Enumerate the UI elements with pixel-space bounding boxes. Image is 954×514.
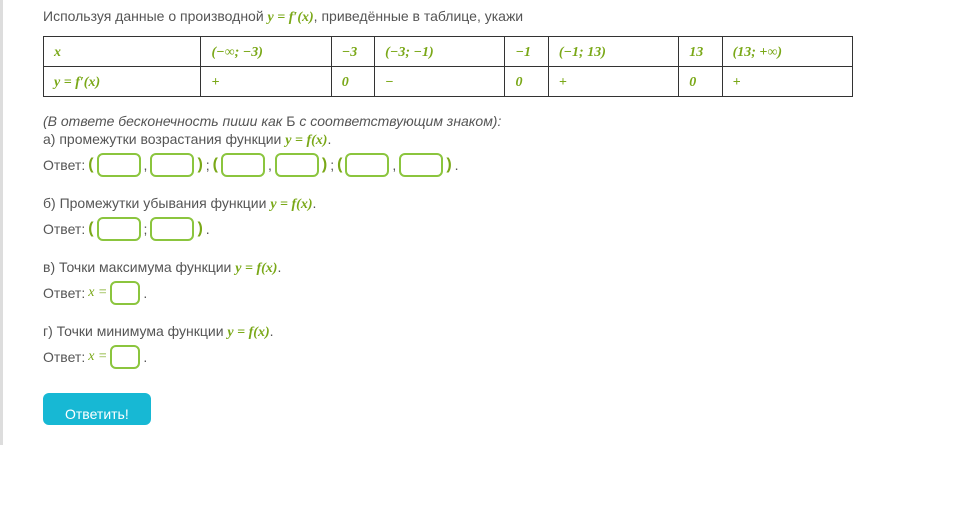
qd-period: . (270, 323, 274, 339)
sep: ; (206, 157, 210, 173)
paren-open: ( (88, 156, 93, 174)
cell: −1 (515, 45, 530, 60)
submit-button[interactable]: Ответить! (43, 393, 151, 425)
input-a5[interactable] (345, 153, 389, 177)
sep: . (455, 157, 459, 173)
answer-b: Ответ: ( ; ) . (43, 217, 914, 241)
sep: . (143, 285, 147, 301)
qa-prefix: а) промежутки возрастания функции (43, 131, 285, 147)
cell: − (385, 75, 393, 90)
cell: 0 (515, 75, 522, 90)
derivative-table: x (−∞; −3) −3 (−3; −1) −1 (−1; 13) 13 (1… (43, 36, 853, 97)
cell: (−∞; −3) (211, 45, 262, 60)
hint-suffix: с соответствующим знаком): (295, 113, 501, 129)
question-d: г) Точки минимума функции y = f(x). (43, 323, 914, 341)
cell: + (211, 75, 219, 90)
question-a: а) промежутки возрастания функции y = f(… (43, 131, 914, 149)
paren-open: ( (337, 156, 342, 174)
qb-prefix: б) Промежутки убывания функции (43, 195, 270, 211)
paren-close: ) (322, 156, 327, 174)
cell: 0 (689, 75, 696, 90)
qb-period: . (313, 195, 317, 211)
input-d1[interactable] (110, 345, 140, 369)
cell: + (733, 75, 741, 90)
answer-label: Ответ: (43, 349, 85, 365)
cell: (13; +∞) (733, 45, 782, 60)
answer-d: Ответ: x = . (43, 345, 914, 369)
input-b1[interactable] (97, 217, 141, 241)
paren-open: ( (213, 156, 218, 174)
qc-prefix: в) Точки максимума функции (43, 259, 235, 275)
sep: , (268, 157, 272, 173)
sep: , (144, 157, 148, 173)
input-a6[interactable] (399, 153, 443, 177)
x-equals: x = (88, 285, 107, 301)
paren-close: ) (197, 156, 202, 174)
input-c1[interactable] (110, 281, 140, 305)
qd-prefix: г) Точки минимума функции (43, 323, 227, 339)
cell: (−3; −1) (385, 45, 433, 60)
x-equals: x = (88, 349, 107, 365)
table-row: y = f′(x) + 0 − 0 + 0 + (44, 67, 853, 97)
qd-math: y = f(x) (227, 325, 269, 340)
prompt-prefix: Используя данные о производной (43, 8, 268, 24)
sep: ; (144, 221, 148, 237)
input-a2[interactable] (150, 153, 194, 177)
question-b: б) Промежутки убывания функции y = f(x). (43, 195, 914, 213)
paren-close: ) (446, 156, 451, 174)
cell: 13 (689, 45, 703, 60)
problem-statement: Используя данные о производной y = f′(x)… (43, 8, 914, 26)
input-a4[interactable] (275, 153, 319, 177)
table-row: x (−∞; −3) −3 (−3; −1) −1 (−1; 13) 13 (1… (44, 37, 853, 67)
cell: + (559, 75, 567, 90)
cell-x: x (54, 45, 61, 60)
cell: −3 (342, 45, 357, 60)
paren-open: ( (88, 220, 93, 238)
qc-period: . (277, 259, 281, 275)
answer-a: Ответ: ( , ) ; ( , ) ; ( , ) . (43, 153, 914, 177)
input-a1[interactable] (97, 153, 141, 177)
qb-math: y = f(x) (270, 197, 312, 212)
input-b2[interactable] (150, 217, 194, 241)
sep: ; (330, 157, 334, 173)
qa-math: y = f(x) (285, 133, 327, 148)
prompt-math: y = f′(x) (268, 10, 314, 25)
answer-label: Ответ: (43, 285, 85, 301)
cell: (−1; 13) (559, 45, 606, 60)
cell-y: y = f′(x) (54, 75, 100, 90)
hint-prefix: (В ответе бесконечность пиши как (43, 113, 286, 129)
qc-math: y = f(x) (235, 261, 277, 276)
answer-label: Ответ: (43, 221, 85, 237)
answer-c: Ответ: x = . (43, 281, 914, 305)
sep: . (206, 221, 210, 237)
sep: , (392, 157, 396, 173)
paren-close: ) (197, 220, 202, 238)
cell: 0 (342, 75, 349, 90)
prompt-suffix: , приведённые в таблице, укажи (314, 8, 523, 24)
answer-label: Ответ: (43, 157, 85, 173)
question-c: в) Точки максимума функции y = f(x). (43, 259, 914, 277)
hint-text: (В ответе бесконечность пиши как Б с соо… (43, 113, 914, 129)
qa-period: . (327, 131, 331, 147)
sep: . (143, 349, 147, 365)
input-a3[interactable] (221, 153, 265, 177)
